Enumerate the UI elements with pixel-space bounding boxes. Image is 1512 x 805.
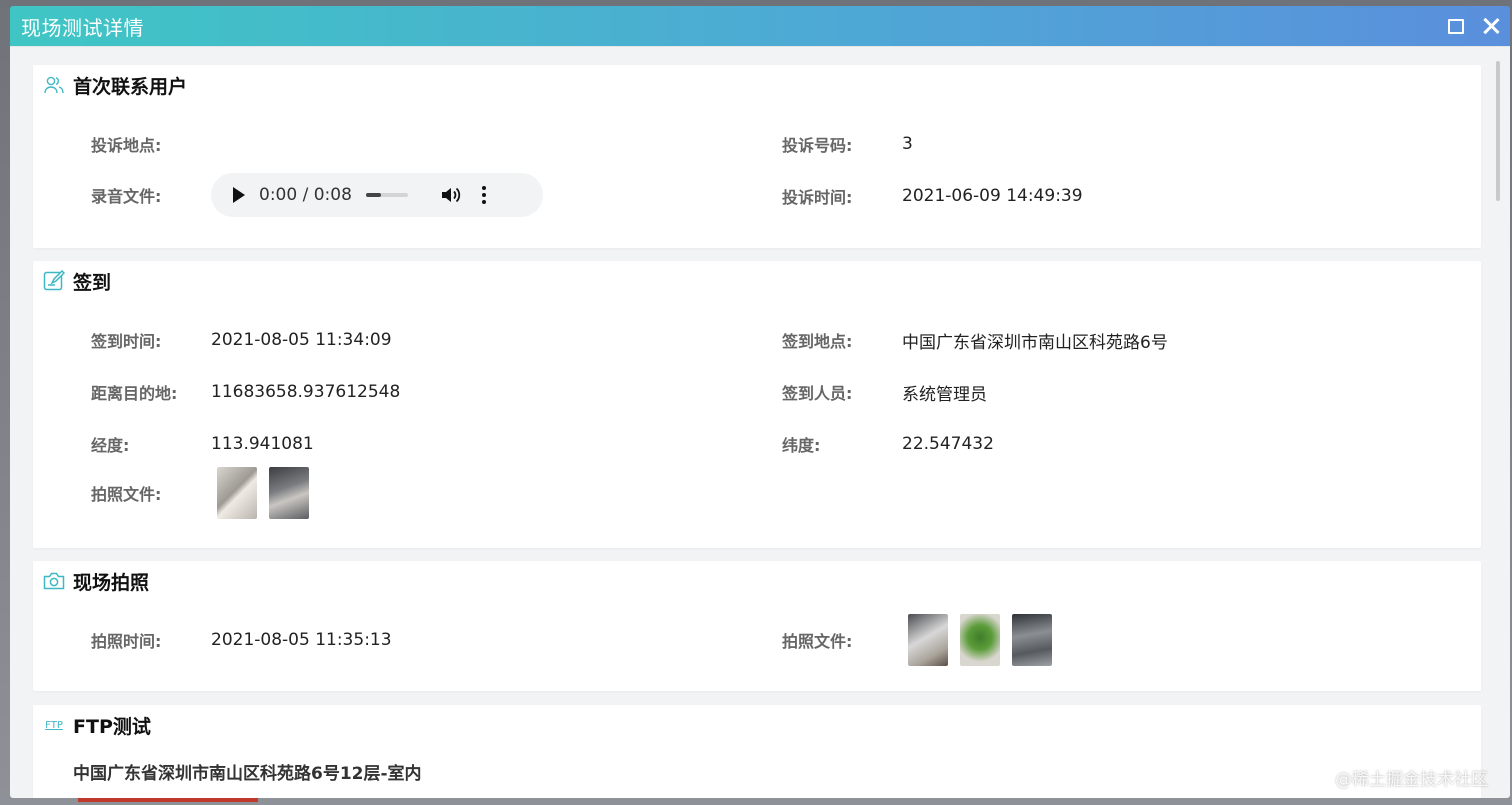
complaint-number-value: 3 xyxy=(902,134,913,154)
detail-modal: 现场测试详情 首次联系用户 投诉地点: 投诉号码: 3 录音文件: 0:00 /… xyxy=(10,6,1510,798)
checkin-photos-label: 拍照文件: xyxy=(91,485,162,504)
audio-progress-fill xyxy=(365,193,381,197)
maximize-button[interactable] xyxy=(1448,17,1466,35)
maximize-icon xyxy=(1448,19,1464,34)
edit-icon xyxy=(43,270,65,292)
audio-time: 0:00 / 0:08 xyxy=(259,185,352,205)
first-contact-card: 首次联系用户 投诉地点: 投诉号码: 3 录音文件: 0:00 / 0:08 投… xyxy=(33,65,1481,248)
card-header: FTP FTP测试 xyxy=(33,705,1481,745)
checkin-time-value: 2021-08-05 11:34:09 xyxy=(211,330,392,350)
checkin-time-label: 签到时间: xyxy=(91,332,162,351)
checkin-person-label: 签到人员: xyxy=(782,384,853,403)
ftp-icon: FTP xyxy=(43,714,65,736)
more-options-icon[interactable] xyxy=(481,186,486,204)
longitude-value: 113.941081 xyxy=(211,434,314,454)
checkin-photos-row: 拍照文件: xyxy=(91,467,321,519)
checkin-person-value: 系统管理员 xyxy=(902,384,987,405)
recording-row: 录音文件: 0:00 / 0:08 xyxy=(91,173,543,217)
checkin-person-row: 签到人员: 系统管理员 xyxy=(782,377,987,407)
photo-thumbnail[interactable] xyxy=(960,614,1000,666)
users-icon xyxy=(43,74,65,96)
photo-time-label: 拍照时间: xyxy=(91,632,162,651)
checkin-time-row: 签到时间: 2021-08-05 11:34:09 xyxy=(91,325,392,355)
distance-row: 距离目的地: 11683658.937612548 xyxy=(91,377,400,407)
modal-title: 现场测试详情 xyxy=(21,15,144,40)
photo-thumbnail[interactable] xyxy=(1012,614,1052,666)
site-photos-row: 拍照文件: xyxy=(782,614,1064,666)
site-photos-card: 现场拍照 拍照时间: 2021-08-05 11:35:13 拍照文件: xyxy=(33,561,1481,691)
card-header: 现场拍照 xyxy=(33,561,1481,601)
watermark: @稀土掘金技术社区 xyxy=(1335,770,1488,790)
scrollbar[interactable] xyxy=(1496,61,1500,201)
longitude-label: 经度: xyxy=(91,436,130,455)
card-header: 签到 xyxy=(33,261,1481,301)
card-title: 首次联系用户 xyxy=(73,75,188,98)
checkin-location-row: 签到地点: 中国广东省深圳市南山区科苑路6号 xyxy=(782,325,1168,355)
distance-value: 11683658.937612548 xyxy=(211,382,401,402)
longitude-row: 经度: 113.941081 xyxy=(91,429,314,459)
volume-icon[interactable] xyxy=(440,185,462,205)
header-actions xyxy=(1448,17,1500,35)
checkin-location-label: 签到地点: xyxy=(782,332,853,351)
audio-player[interactable]: 0:00 / 0:08 xyxy=(211,173,543,217)
ftp-address: 中国广东省深圳市南山区科苑路6号12层-室内 xyxy=(73,764,422,784)
site-photos-label: 拍照文件: xyxy=(782,632,853,651)
background-bar xyxy=(78,798,258,802)
photo-thumbnail[interactable] xyxy=(269,467,309,519)
complaint-location-row: 投诉地点: xyxy=(91,129,211,159)
card-title: FTP测试 xyxy=(73,715,151,738)
complaint-time-row: 投诉时间: 2021-06-09 14:49:39 xyxy=(782,181,1083,211)
close-icon[interactable] xyxy=(1482,17,1500,35)
modal-header: 现场测试详情 xyxy=(10,6,1510,46)
audio-progress[interactable] xyxy=(365,193,408,197)
complaint-number-row: 投诉号码: 3 xyxy=(782,129,913,159)
card-title: 现场拍照 xyxy=(73,571,150,594)
latitude-value: 22.547432 xyxy=(902,434,994,454)
latitude-row: 纬度: 22.547432 xyxy=(782,429,994,459)
recording-label: 录音文件: xyxy=(91,187,162,206)
distance-label: 距离目的地: xyxy=(91,384,178,403)
card-header: 首次联系用户 xyxy=(33,65,1481,105)
complaint-time-label: 投诉时间: xyxy=(782,188,853,207)
camera-icon xyxy=(43,570,65,592)
ftp-icon-text: FTP xyxy=(45,719,63,731)
card-title: 签到 xyxy=(73,271,112,294)
checkin-location-value: 中国广东省深圳市南山区科苑路6号 xyxy=(902,332,1168,353)
photo-time-row: 拍照时间: 2021-08-05 11:35:13 xyxy=(91,625,392,655)
play-icon[interactable] xyxy=(233,187,245,203)
photo-thumbnail[interactable] xyxy=(217,467,257,519)
latitude-label: 纬度: xyxy=(782,436,821,455)
complaint-time-value: 2021-06-09 14:49:39 xyxy=(902,186,1083,206)
checkin-card: 签到 签到时间: 2021-08-05 11:34:09 签到地点: 中国广东省… xyxy=(33,261,1481,548)
modal-body[interactable]: 首次联系用户 投诉地点: 投诉号码: 3 录音文件: 0:00 / 0:08 投… xyxy=(10,46,1510,798)
photo-time-value: 2021-08-05 11:35:13 xyxy=(211,630,392,650)
ftp-card: FTP FTP测试 中国广东省深圳市南山区科苑路6号12层-室内 xyxy=(33,705,1481,798)
complaint-number-label: 投诉号码: xyxy=(782,136,853,155)
complaint-location-label: 投诉地点: xyxy=(91,136,162,155)
photo-thumbnail[interactable] xyxy=(908,614,948,666)
